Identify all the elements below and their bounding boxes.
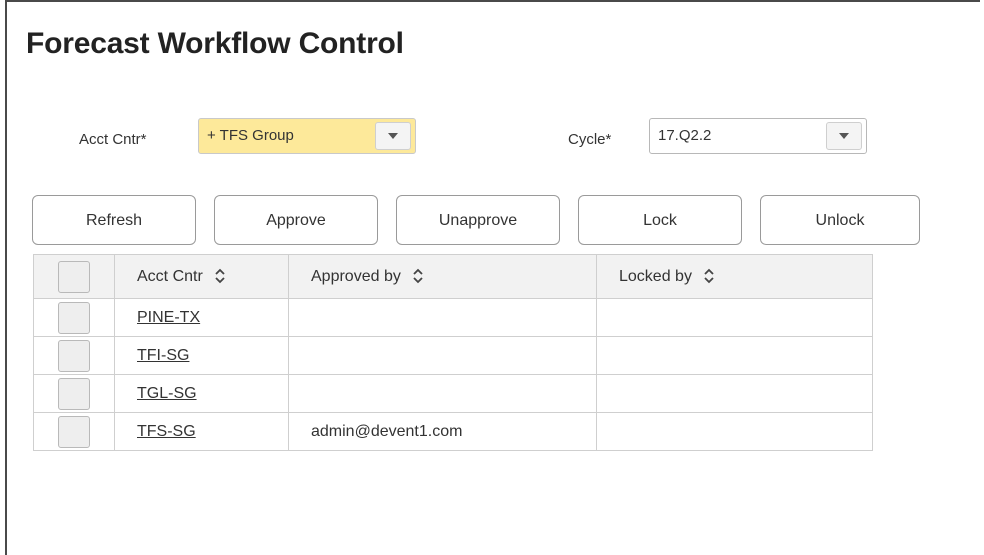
acct-cntr-value: + TFS Group (207, 127, 294, 144)
unlock-button[interactable]: Unlock (760, 195, 920, 245)
table-header-row: Acct Cntr Approved by Locked by (33, 254, 873, 299)
acct-cntr-select[interactable]: + TFS Group (198, 118, 416, 154)
acct-cntr-link[interactable]: PINE-TX (137, 309, 200, 326)
column-header-label: Locked by (619, 267, 692, 285)
page-title: Forecast Workflow Control (26, 27, 404, 60)
workflow-table: Acct Cntr Approved by Locked by PINE-TX … (33, 254, 873, 451)
sort-updown-icon[interactable] (704, 268, 715, 284)
row-checkbox[interactable] (58, 339, 90, 372)
select-all-checkbox[interactable] (58, 260, 90, 293)
row-checkbox[interactable] (58, 415, 90, 448)
approved-by-cell (288, 298, 597, 337)
approved-by-cell (288, 374, 597, 413)
acct-cntr-link[interactable]: TGL-SG (137, 385, 197, 402)
chevron-down-icon (388, 133, 398, 139)
acct-cntr-link[interactable]: TFI-SG (137, 347, 189, 364)
locked-by-cell (596, 336, 873, 375)
column-header-approved-by[interactable]: Approved by (288, 254, 597, 299)
unapprove-button[interactable]: Unapprove (396, 195, 560, 245)
row-checkbox[interactable] (58, 301, 90, 334)
locked-by-cell (596, 374, 873, 413)
locked-by-cell (596, 298, 873, 337)
cycle-value: 17.Q2.2 (658, 127, 712, 144)
chevron-down-icon (839, 133, 849, 139)
acct-cntr-dropdown-button[interactable] (375, 122, 411, 150)
table-row: TGL-SG (33, 374, 873, 413)
cycle-label: Cycle* (568, 131, 612, 148)
acct-cntr-label: Acct Cntr* (79, 131, 147, 148)
cycle-select[interactable]: 17.Q2.2 (649, 118, 867, 154)
refresh-button[interactable]: Refresh (32, 195, 196, 245)
locked-by-cell (596, 412, 873, 451)
approved-by-cell: admin@devent1.com (288, 412, 597, 451)
table-row: TFI-SG (33, 336, 873, 375)
sort-updown-icon[interactable] (413, 268, 423, 284)
cycle-dropdown-button[interactable] (826, 122, 862, 150)
column-header-label: Acct Cntr (137, 267, 203, 285)
lock-button[interactable]: Lock (578, 195, 742, 245)
acct-cntr-link[interactable]: TFS-SG (137, 423, 196, 440)
table-row: TFS-SG admin@devent1.com (33, 412, 873, 451)
table-row: PINE-TX (33, 298, 873, 337)
column-header-label: Approved by (311, 267, 401, 285)
row-checkbox[interactable] (58, 377, 90, 410)
approve-button[interactable]: Approve (214, 195, 378, 245)
column-header-locked-by[interactable]: Locked by (596, 254, 873, 299)
approved-by-cell (288, 336, 597, 375)
sort-updown-icon[interactable] (215, 268, 225, 284)
column-header-acct-cntr[interactable]: Acct Cntr (114, 254, 289, 299)
